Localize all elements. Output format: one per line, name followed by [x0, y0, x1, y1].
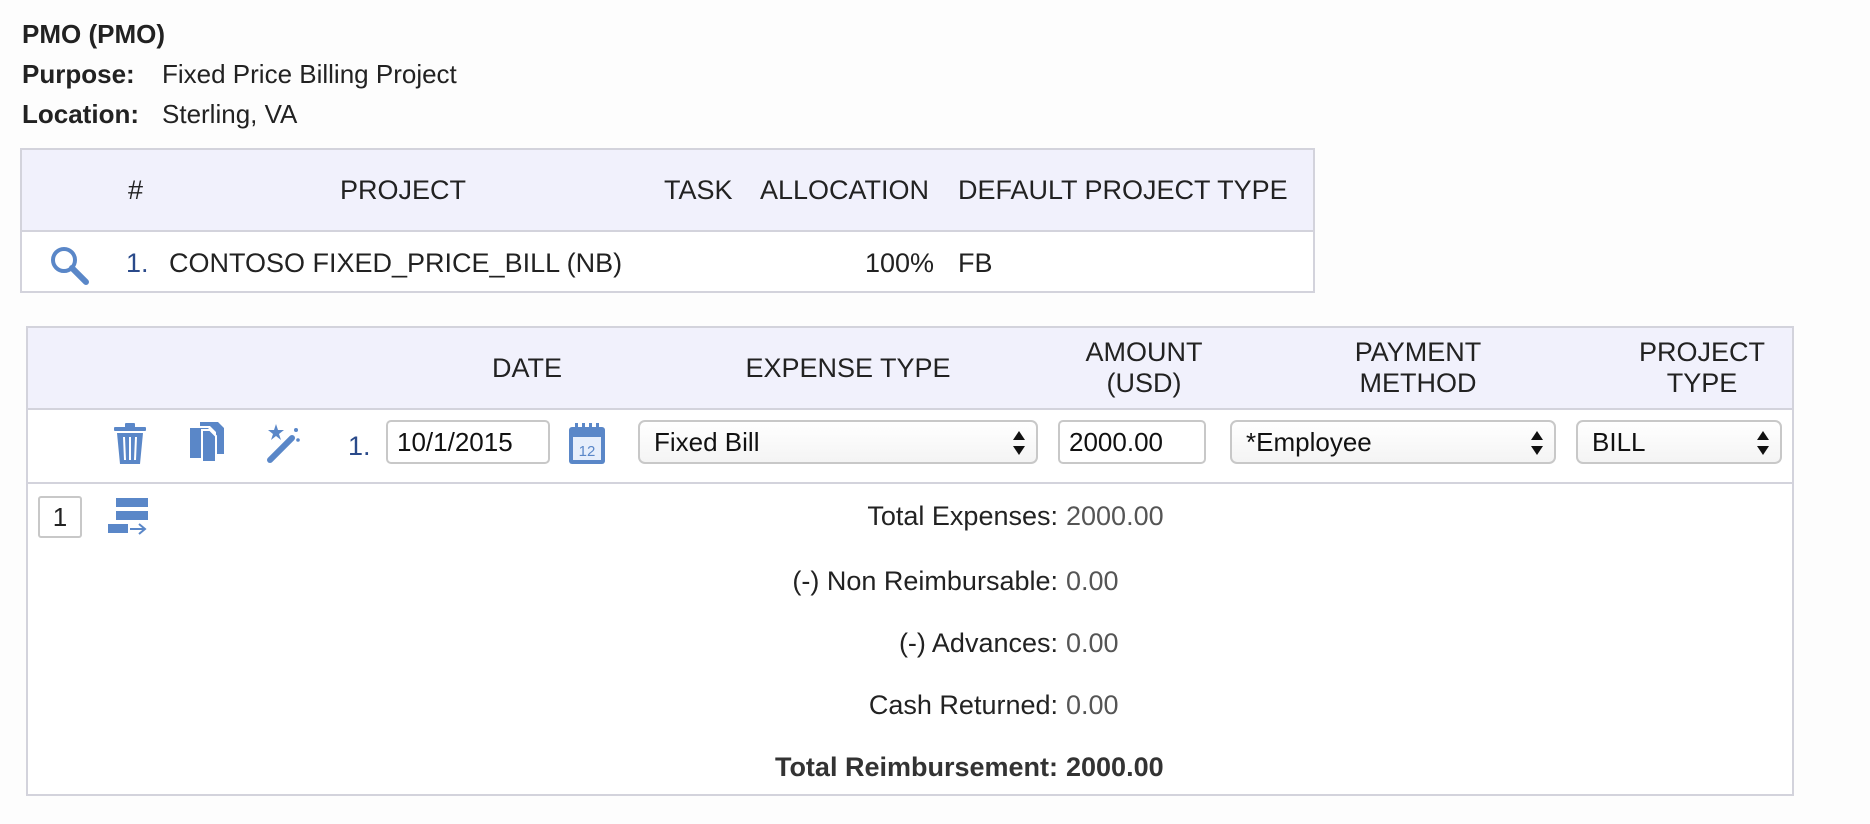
- search-icon[interactable]: [48, 244, 92, 288]
- col-allocation: ALLOCATION: [760, 174, 930, 205]
- total-expenses-label: Total Expenses:: [867, 501, 1058, 531]
- select-arrows-icon: [1531, 431, 1543, 455]
- select-arrows-icon: [1757, 431, 1769, 455]
- project-type-select[interactable]: BILL: [1576, 420, 1782, 464]
- cash-returned-label: Cash Returned:: [868, 690, 1058, 720]
- advances-row: (-) Advances: 0.00: [28, 623, 1792, 663]
- total-reimbursement-label: Total Reimbursement:: [774, 752, 1058, 782]
- cash-returned-row: Cash Returned: 0.00: [28, 685, 1792, 725]
- non-reimbursable-label: (-) Non Reimbursable:: [792, 566, 1058, 596]
- non-reimbursable-row: (-) Non Reimbursable: 0.00: [28, 561, 1792, 601]
- total-expenses-value: 2000.00: [1066, 501, 1164, 531]
- location-label: Location:: [22, 99, 139, 129]
- col-ptype-line1: PROJECT: [1638, 337, 1765, 367]
- allocation-value: 100%: [865, 248, 935, 278]
- table-row: 1. CONTOSO FIXED_PRICE_BILL (NB) 100% FB: [22, 232, 1313, 295]
- report-header: PMO (PMO) Purpose: Fixed Price Billing P…: [22, 14, 457, 134]
- purpose-value: Fixed Price Billing Project: [162, 59, 457, 89]
- col-project: PROJECT: [340, 174, 467, 205]
- date-input[interactable]: [386, 420, 550, 464]
- advances-value: 0.00: [1066, 628, 1119, 658]
- allocation-table-header: # PROJECT TASK ALLOCATION DEFAULT PROJEC…: [22, 150, 1313, 232]
- location-value: Sterling, VA: [162, 99, 298, 129]
- expense-type-select[interactable]: Fixed Bill: [638, 420, 1038, 464]
- project-name: CONTOSO FIXED_PRICE_BILL (NB): [169, 248, 623, 278]
- expense-type-value: Fixed Bill: [654, 426, 760, 457]
- select-arrows-icon: [1013, 431, 1025, 455]
- amount-input[interactable]: [1058, 420, 1206, 464]
- col-date: DATE: [491, 352, 562, 383]
- purpose-label: Purpose:: [22, 59, 135, 89]
- total-reimbursement-row: Total Reimbursement: 2000.00: [28, 747, 1792, 787]
- col-amount-line2: (USD): [1106, 368, 1182, 398]
- advances-label: (-) Advances:: [898, 628, 1058, 658]
- payment-method-value: *Employee: [1246, 426, 1372, 457]
- svg-text:12: 12: [579, 443, 596, 460]
- table-row: 1. 12 Fixed Bill *Employee BILL: [28, 410, 1792, 484]
- expense-table: DATE EXPENSE TYPE AMOUNT (USD) PAYMENT M…: [26, 326, 1794, 796]
- col-expense-type: EXPENSE TYPE: [745, 352, 951, 383]
- purpose-row: Purpose: Fixed Price Billing Project: [22, 54, 457, 94]
- col-payment-line2: METHOD: [1359, 368, 1477, 398]
- col-amount-line1: AMOUNT: [1085, 337, 1203, 367]
- col-project-type: PROJECT TYPE: [1602, 328, 1802, 408]
- calendar-icon[interactable]: 12: [568, 423, 606, 465]
- page-title: PMO (PMO): [22, 19, 165, 49]
- trash-icon[interactable]: [112, 423, 148, 465]
- total-expenses-row: Total Expenses: 2000.00: [28, 496, 1792, 536]
- default-project-type-value: FB: [958, 248, 993, 278]
- project-type-value: BILL: [1592, 426, 1646, 457]
- copy-icon[interactable]: [188, 422, 228, 464]
- location-row: Location: Sterling, VA: [22, 94, 457, 134]
- col-amount: AMOUNT (USD): [1064, 328, 1224, 408]
- non-reimbursable-value: 0.00: [1066, 566, 1119, 596]
- col-num: #: [128, 174, 144, 205]
- allocation-table: # PROJECT TASK ALLOCATION DEFAULT PROJEC…: [20, 148, 1315, 293]
- total-reimbursement-value: 2000.00: [1066, 752, 1164, 782]
- cash-returned-value: 0.00: [1066, 690, 1119, 720]
- col-payment-line1: PAYMENT: [1354, 337, 1482, 367]
- expense-table-header: DATE EXPENSE TYPE AMOUNT (USD) PAYMENT M…: [28, 328, 1792, 410]
- col-payment-method: PAYMENT METHOD: [1238, 328, 1598, 408]
- col-default-project-type: DEFAULT PROJECT TYPE: [958, 174, 1288, 205]
- row-num: 1.: [126, 248, 149, 278]
- col-ptype-line2: TYPE: [1666, 368, 1738, 398]
- payment-method-select[interactable]: *Employee: [1230, 420, 1556, 464]
- row-num: 1.: [348, 430, 371, 461]
- magic-wand-icon[interactable]: [262, 422, 304, 464]
- col-task: TASK: [664, 174, 733, 205]
